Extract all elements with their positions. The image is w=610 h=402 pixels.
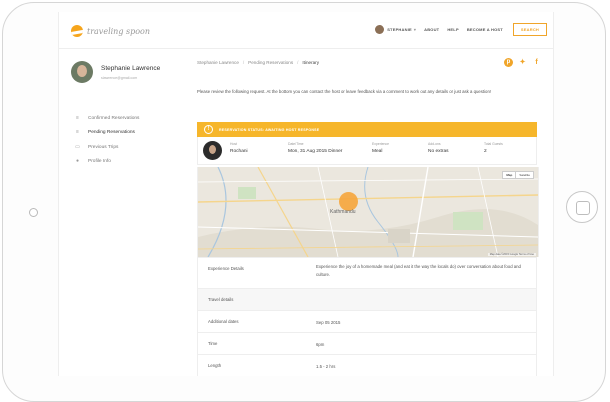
datetime-column: Date/Time Mon, 31 Aug 2015 Dinner [288,142,343,155]
detail-key: Time [208,341,218,346]
detail-value: Sep 05 2015 [316,320,341,325]
host-column: Host Rochani [230,142,248,155]
map-attribution: Map data ©2015 Google Terms of Use [487,253,536,256]
nav-about[interactable]: ABOUT [424,27,439,32]
intro-text: Please review the following request. At … [197,89,492,94]
map-city-label: Kathmandu [330,209,356,215]
map-graphic [198,167,538,257]
detail-key: Travel details [208,297,234,302]
status-text: RESERVATION STATUS: AWAITING HOST RESPON… [219,127,320,132]
profile-email: slawrence@gmail.com [101,76,138,80]
sidebar-item-pending[interactable]: ≡ Pending Reservations [75,126,139,141]
breadcrumb-separator: / [297,60,299,65]
breadcrumb-separator: / [242,60,245,65]
facebook-icon[interactable]: f [532,58,541,67]
sidebar-item-confirmed[interactable]: ≡ Confirmed Reservations [75,111,139,126]
top-header: traveling spoon STEPHANIE ▾ ABOUT HELP B… [59,12,553,49]
host-avatar [203,141,222,160]
calendar-icon: ▭ [75,143,80,150]
datetime-value: Mon, 31 Aug 2015 Dinner [288,149,343,154]
experience-value: Meal [372,149,383,154]
host-value: Rochani [230,149,248,154]
guests-label: Total Guests [484,142,503,146]
share-icons: p ✦ f [499,58,541,67]
breadcrumb-link[interactable]: Stephanie Lawrence [197,60,239,65]
logo[interactable]: traveling spoon [71,25,150,37]
experience-column: Experience Meal [372,142,389,155]
sidebar-item-profile[interactable]: ● Profile Info [75,155,139,170]
nav-become-host[interactable]: BECOME A HOST [467,27,503,32]
breadcrumb: Stephanie Lawrence / Pending Reservations /… [197,60,319,65]
addons-label: Add-ons [428,142,441,146]
datetime-label: Date/Time [288,142,304,146]
pinterest-icon[interactable]: p [504,58,513,67]
sidebar-item-label: Pending Reservations [88,130,135,136]
twitter-icon[interactable]: ✦ [518,58,527,67]
list-icon: ≡ [76,129,79,136]
logo-text: traveling spoon [87,26,151,36]
detail-value: 6pm [316,342,325,347]
table-row: Additional dates Sep 05 2015 [198,311,536,333]
list-icon: ≡ [76,114,79,121]
user-avatar[interactable] [375,25,385,34]
detail-value: 1.5 - 2 hrs [316,364,336,369]
guests-value: 2 [484,149,487,154]
sidebar-item-label: Confirmed Reservations [88,115,140,121]
table-row: Length 1.5 - 2 hrs [198,355,536,376]
map-type-toggle[interactable]: Map Satellite [502,171,534,179]
user-icon: ● [75,158,80,165]
search-button[interactable]: SEARCH [512,23,547,36]
breadcrumb-link[interactable]: Pending Reservations [248,60,293,65]
addons-value: No extras [428,149,449,154]
host-label: Host [230,142,237,146]
sidebar-item-label: Profile Info [88,159,111,165]
addons-column: Add-ons No extras [428,142,449,155]
status-banner: ! RESERVATION STATUS: AWAITING HOST RESP… [197,122,537,137]
screen: traveling spoon STEPHANIE ▾ ABOUT HELP B… [58,12,554,376]
detail-key: Length [208,363,222,368]
booking-summary: Host Rochani Date/Time Mon, 31 Aug 2015 … [197,137,537,165]
profile-avatar [71,61,93,83]
sidebar-item-previous[interactable]: ▭ Previous Trips [75,140,139,155]
sidebar: Stephanie Lawrence slawrence@gmail.com ≡… [59,49,181,376]
profile-name: Stephanie Lawrence [101,65,161,72]
main-content: Stephanie Lawrence / Pending Reservations /… [181,49,553,376]
home-square-icon [576,201,590,215]
chevron-down-icon: ▾ [413,27,417,32]
user-menu[interactable]: STEPHANIE [387,27,412,32]
nav-help[interactable]: HELP [447,27,458,32]
details-table: Experience Details Experience the joy of… [197,257,537,376]
detail-key: Additional dates [208,319,239,324]
sidebar-item-label: Previous Trips [88,144,119,150]
map-type-satellite[interactable]: Satellite [516,172,533,178]
home-button[interactable] [566,191,598,223]
detail-key: Experience Details [208,266,244,271]
table-row: Time 6pm [198,333,536,355]
top-nav: STEPHANIE ▾ ABOUT HELP BECOME A HOST SEA… [375,23,547,36]
info-icon: ! [204,125,213,134]
sidebar-menu: ≡ Confirmed Reservations ≡ Pending Reser… [75,111,139,169]
experience-label: Experience [372,142,389,146]
detail-value: Experience the joy of a homemade meal (a… [316,264,521,277]
breadcrumb-current: Itinerary [302,60,320,65]
table-row: Experience Details Experience the joy of… [198,258,536,289]
location-map[interactable]: Kathmandu Map Satellite Map data ©2015 G… [197,167,539,257]
camera-dot [29,208,38,217]
map-type-map[interactable]: Map [503,172,517,178]
guests-column: Total Guests 2 [484,142,503,155]
logo-icon [71,25,83,37]
table-section-header: Travel details [198,289,536,311]
